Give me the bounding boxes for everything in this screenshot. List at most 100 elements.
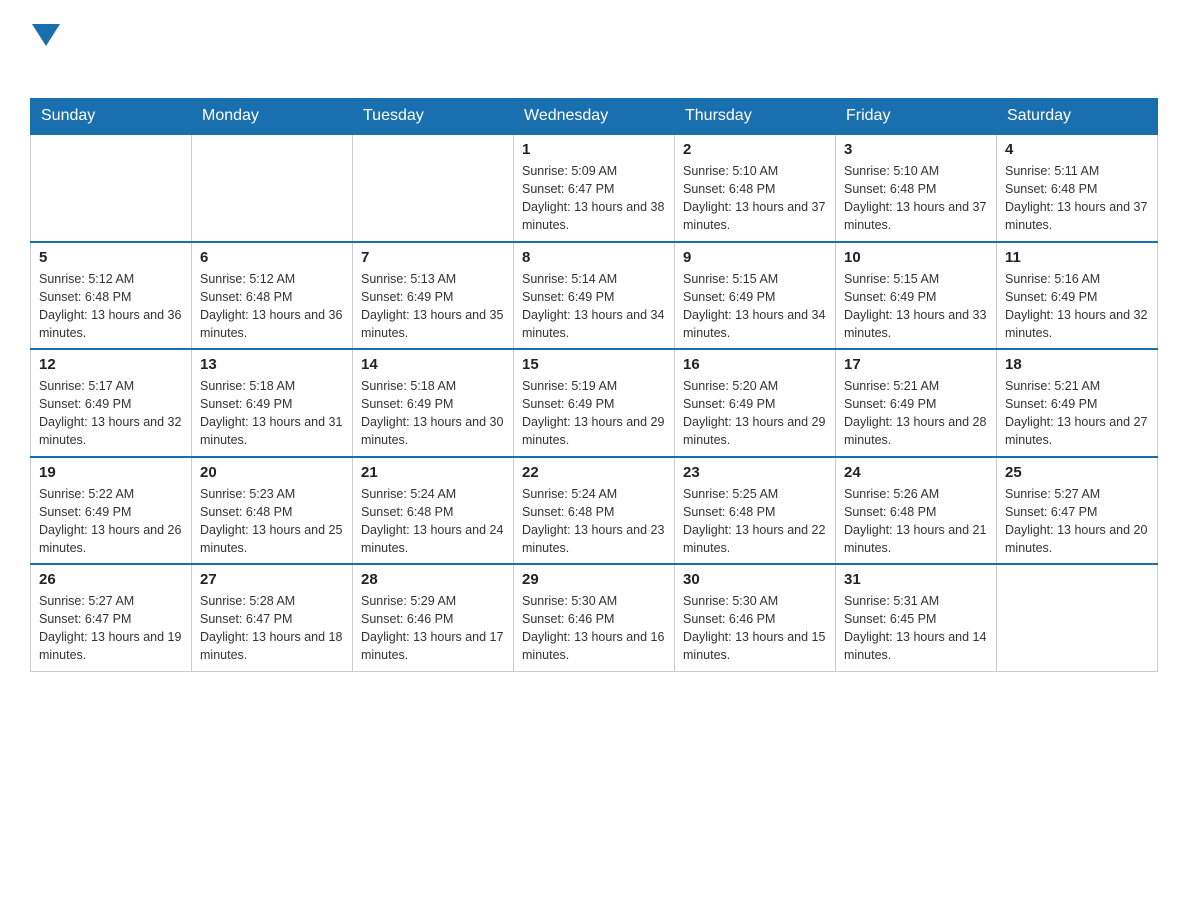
day-number: 19 [39, 464, 183, 481]
calendar-day-cell: 3 Sunrise: 5:10 AM Sunset: 6:48 PM Daylig… [836, 134, 997, 242]
calendar-day-cell: 14 Sunrise: 5:18 AM Sunset: 6:49 PM Dayli… [353, 349, 514, 457]
day-info: Sunrise: 5:27 AM Sunset: 6:47 PM Dayligh… [39, 592, 183, 665]
day-info: Sunrise: 5:24 AM Sunset: 6:48 PM Dayligh… [361, 485, 505, 558]
day-info: Sunrise: 5:12 AM Sunset: 6:48 PM Dayligh… [200, 270, 344, 343]
day-info: Sunrise: 5:28 AM Sunset: 6:47 PM Dayligh… [200, 592, 344, 665]
day-of-week-header: Friday [836, 99, 997, 135]
day-info: Sunrise: 5:20 AM Sunset: 6:49 PM Dayligh… [683, 377, 827, 450]
day-info: Sunrise: 5:14 AM Sunset: 6:49 PM Dayligh… [522, 270, 666, 343]
day-info: Sunrise: 5:22 AM Sunset: 6:49 PM Dayligh… [39, 485, 183, 558]
calendar-day-cell: 9 Sunrise: 5:15 AM Sunset: 6:49 PM Daylig… [675, 242, 836, 350]
day-info: Sunrise: 5:11 AM Sunset: 6:48 PM Dayligh… [1005, 162, 1149, 235]
day-info: Sunrise: 5:18 AM Sunset: 6:49 PM Dayligh… [200, 377, 344, 450]
calendar-week-row: 19 Sunrise: 5:22 AM Sunset: 6:49 PM Dayli… [31, 457, 1158, 565]
day-number: 9 [683, 249, 827, 266]
calendar-day-cell: 21 Sunrise: 5:24 AM Sunset: 6:48 PM Dayli… [353, 457, 514, 565]
day-info: Sunrise: 5:24 AM Sunset: 6:48 PM Dayligh… [522, 485, 666, 558]
calendar-day-cell: 24 Sunrise: 5:26 AM Sunset: 6:48 PM Dayli… [836, 457, 997, 565]
day-of-week-header: Sunday [31, 99, 192, 135]
calendar-day-cell: 27 Sunrise: 5:28 AM Sunset: 6:47 PM Dayli… [192, 564, 353, 671]
day-info: Sunrise: 5:27 AM Sunset: 6:47 PM Dayligh… [1005, 485, 1149, 558]
calendar-header-row: SundayMondayTuesdayWednesdayThursdayFrid… [31, 99, 1158, 135]
day-number: 18 [1005, 356, 1149, 373]
day-number: 28 [361, 571, 505, 588]
day-number: 17 [844, 356, 988, 373]
day-number: 27 [200, 571, 344, 588]
calendar-day-cell: 10 Sunrise: 5:15 AM Sunset: 6:49 PM Dayli… [836, 242, 997, 350]
calendar-day-cell [192, 134, 353, 242]
day-info: Sunrise: 5:21 AM Sunset: 6:49 PM Dayligh… [1005, 377, 1149, 450]
day-number: 8 [522, 249, 666, 266]
day-number: 3 [844, 141, 988, 158]
calendar-day-cell: 28 Sunrise: 5:29 AM Sunset: 6:46 PM Dayli… [353, 564, 514, 671]
day-number: 14 [361, 356, 505, 373]
calendar-day-cell: 7 Sunrise: 5:13 AM Sunset: 6:49 PM Daylig… [353, 242, 514, 350]
day-info: Sunrise: 5:26 AM Sunset: 6:48 PM Dayligh… [844, 485, 988, 558]
day-info: Sunrise: 5:17 AM Sunset: 6:49 PM Dayligh… [39, 377, 183, 450]
calendar-week-row: 5 Sunrise: 5:12 AM Sunset: 6:48 PM Daylig… [31, 242, 1158, 350]
day-info: Sunrise: 5:10 AM Sunset: 6:48 PM Dayligh… [683, 162, 827, 235]
day-number: 13 [200, 356, 344, 373]
day-number: 7 [361, 249, 505, 266]
calendar-table: SundayMondayTuesdayWednesdayThursdayFrid… [30, 98, 1158, 672]
calendar-day-cell: 2Sunrise: 5:10 AM Sunset: 6:48 PM Daylig… [675, 134, 836, 242]
calendar-day-cell: 19 Sunrise: 5:22 AM Sunset: 6:49 PM Dayli… [31, 457, 192, 565]
day-number: 15 [522, 356, 666, 373]
logo [30, 20, 60, 78]
day-number: 26 [39, 571, 183, 588]
day-number: 6 [200, 249, 344, 266]
calendar-day-cell: 29 Sunrise: 5:30 AM Sunset: 6:46 PM Dayli… [514, 564, 675, 671]
calendar-day-cell: 8 Sunrise: 5:14 AM Sunset: 6:49 PM Daylig… [514, 242, 675, 350]
day-info: Sunrise: 5:25 AM Sunset: 6:48 PM Dayligh… [683, 485, 827, 558]
day-number: 10 [844, 249, 988, 266]
calendar-day-cell: 4 Sunrise: 5:11 AM Sunset: 6:48 PM Daylig… [997, 134, 1158, 242]
calendar-day-cell: 12 Sunrise: 5:17 AM Sunset: 6:49 PM Dayli… [31, 349, 192, 457]
calendar-day-cell [353, 134, 514, 242]
day-number: 30 [683, 571, 827, 588]
day-of-week-header: Thursday [675, 99, 836, 135]
day-info: Sunrise: 5:13 AM Sunset: 6:49 PM Dayligh… [361, 270, 505, 343]
calendar-day-cell: 30 Sunrise: 5:30 AM Sunset: 6:46 PM Dayli… [675, 564, 836, 671]
calendar-week-row: 12 Sunrise: 5:17 AM Sunset: 6:49 PM Dayli… [31, 349, 1158, 457]
day-number: 4 [1005, 141, 1149, 158]
day-of-week-header: Wednesday [514, 99, 675, 135]
day-info: Sunrise: 5:10 AM Sunset: 6:48 PM Dayligh… [844, 162, 988, 235]
calendar-day-cell: 23 Sunrise: 5:25 AM Sunset: 6:48 PM Dayli… [675, 457, 836, 565]
calendar-week-row: 1 Sunrise: 5:09 AM Sunset: 6:47 PM Daylig… [31, 134, 1158, 242]
day-info: Sunrise: 5:29 AM Sunset: 6:46 PM Dayligh… [361, 592, 505, 665]
day-number: 11 [1005, 249, 1149, 266]
calendar-day-cell [997, 564, 1158, 671]
calendar-day-cell: 1 Sunrise: 5:09 AM Sunset: 6:47 PM Daylig… [514, 134, 675, 242]
calendar-day-cell: 18 Sunrise: 5:21 AM Sunset: 6:49 PM Dayli… [997, 349, 1158, 457]
day-info: Sunrise: 5:18 AM Sunset: 6:49 PM Dayligh… [361, 377, 505, 450]
day-number: 25 [1005, 464, 1149, 481]
day-number: 1 [522, 141, 666, 158]
day-info: Sunrise: 5:15 AM Sunset: 6:49 PM Dayligh… [683, 270, 827, 343]
calendar-day-cell: 16Sunrise: 5:20 AM Sunset: 6:49 PM Dayli… [675, 349, 836, 457]
day-info: Sunrise: 5:31 AM Sunset: 6:45 PM Dayligh… [844, 592, 988, 665]
day-of-week-header: Monday [192, 99, 353, 135]
day-number: 31 [844, 571, 988, 588]
calendar-day-cell: 26 Sunrise: 5:27 AM Sunset: 6:47 PM Dayli… [31, 564, 192, 671]
calendar-day-cell: 22 Sunrise: 5:24 AM Sunset: 6:48 PM Dayli… [514, 457, 675, 565]
day-number: 21 [361, 464, 505, 481]
day-info: Sunrise: 5:15 AM Sunset: 6:49 PM Dayligh… [844, 270, 988, 343]
day-info: Sunrise: 5:12 AM Sunset: 6:48 PM Dayligh… [39, 270, 183, 343]
calendar-day-cell: 6 Sunrise: 5:12 AM Sunset: 6:48 PM Daylig… [192, 242, 353, 350]
day-info: Sunrise: 5:30 AM Sunset: 6:46 PM Dayligh… [522, 592, 666, 665]
day-info: Sunrise: 5:30 AM Sunset: 6:46 PM Dayligh… [683, 592, 827, 665]
logo-triangle-icon [32, 24, 60, 46]
day-info: Sunrise: 5:09 AM Sunset: 6:47 PM Dayligh… [522, 162, 666, 235]
day-number: 12 [39, 356, 183, 373]
day-number: 20 [200, 464, 344, 481]
calendar-day-cell [31, 134, 192, 242]
day-number: 5 [39, 249, 183, 266]
day-info: Sunrise: 5:21 AM Sunset: 6:49 PM Dayligh… [844, 377, 988, 450]
calendar-day-cell: 17 Sunrise: 5:21 AM Sunset: 6:49 PM Dayli… [836, 349, 997, 457]
day-info: Sunrise: 5:19 AM Sunset: 6:49 PM Dayligh… [522, 377, 666, 450]
day-number: 22 [522, 464, 666, 481]
day-number: 29 [522, 571, 666, 588]
calendar-day-cell: 20Sunrise: 5:23 AM Sunset: 6:48 PM Dayli… [192, 457, 353, 565]
day-number: 24 [844, 464, 988, 481]
day-number: 23 [683, 464, 827, 481]
